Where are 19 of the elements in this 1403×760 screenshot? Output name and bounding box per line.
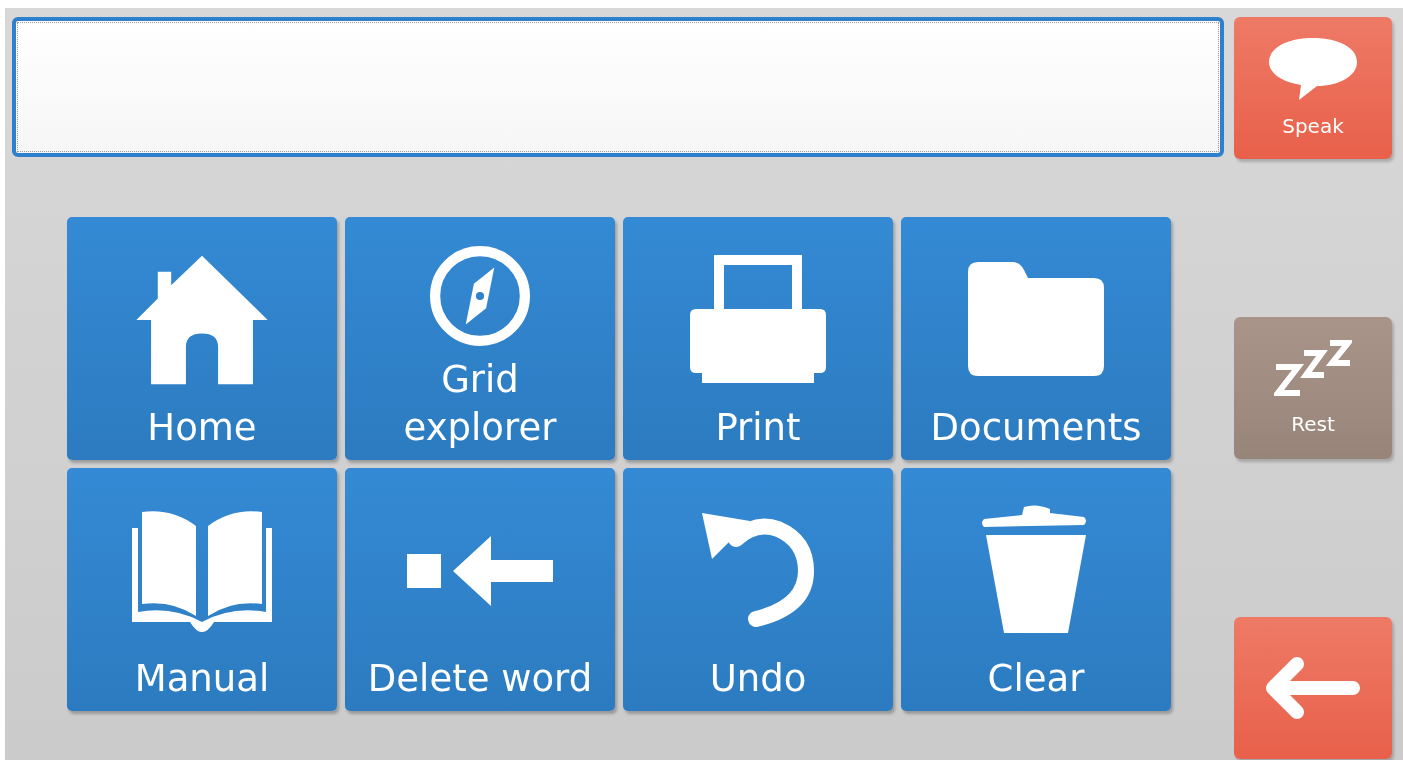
folder-icon [966, 261, 1106, 378]
grid-tile[interactable]: Print [623, 217, 893, 460]
compass-icon [429, 244, 531, 347]
sleep-icon [1274, 340, 1352, 398]
rest-button[interactable]: Rest [1234, 317, 1392, 459]
grid-tile[interactable]: Delete word [345, 468, 615, 711]
back-arrow-icon [1265, 656, 1361, 720]
printer-icon [688, 254, 828, 385]
grid-tile[interactable]: Documents [901, 217, 1171, 460]
grid-tile[interactable]: Manual [67, 468, 337, 711]
speech-bubble-icon [1269, 38, 1357, 100]
speak-button[interactable]: Speak [1234, 17, 1392, 159]
delete-word-icon [407, 533, 553, 608]
grid-tile[interactable]: Clear [901, 468, 1171, 711]
grid-tile[interactable]: Home [67, 217, 337, 460]
message-field[interactable] [12, 17, 1224, 157]
grid-tile[interactable]: Undo [623, 468, 893, 711]
grid-tile[interactable]: Grid explorer [345, 217, 615, 460]
back-button[interactable] [1234, 617, 1392, 759]
